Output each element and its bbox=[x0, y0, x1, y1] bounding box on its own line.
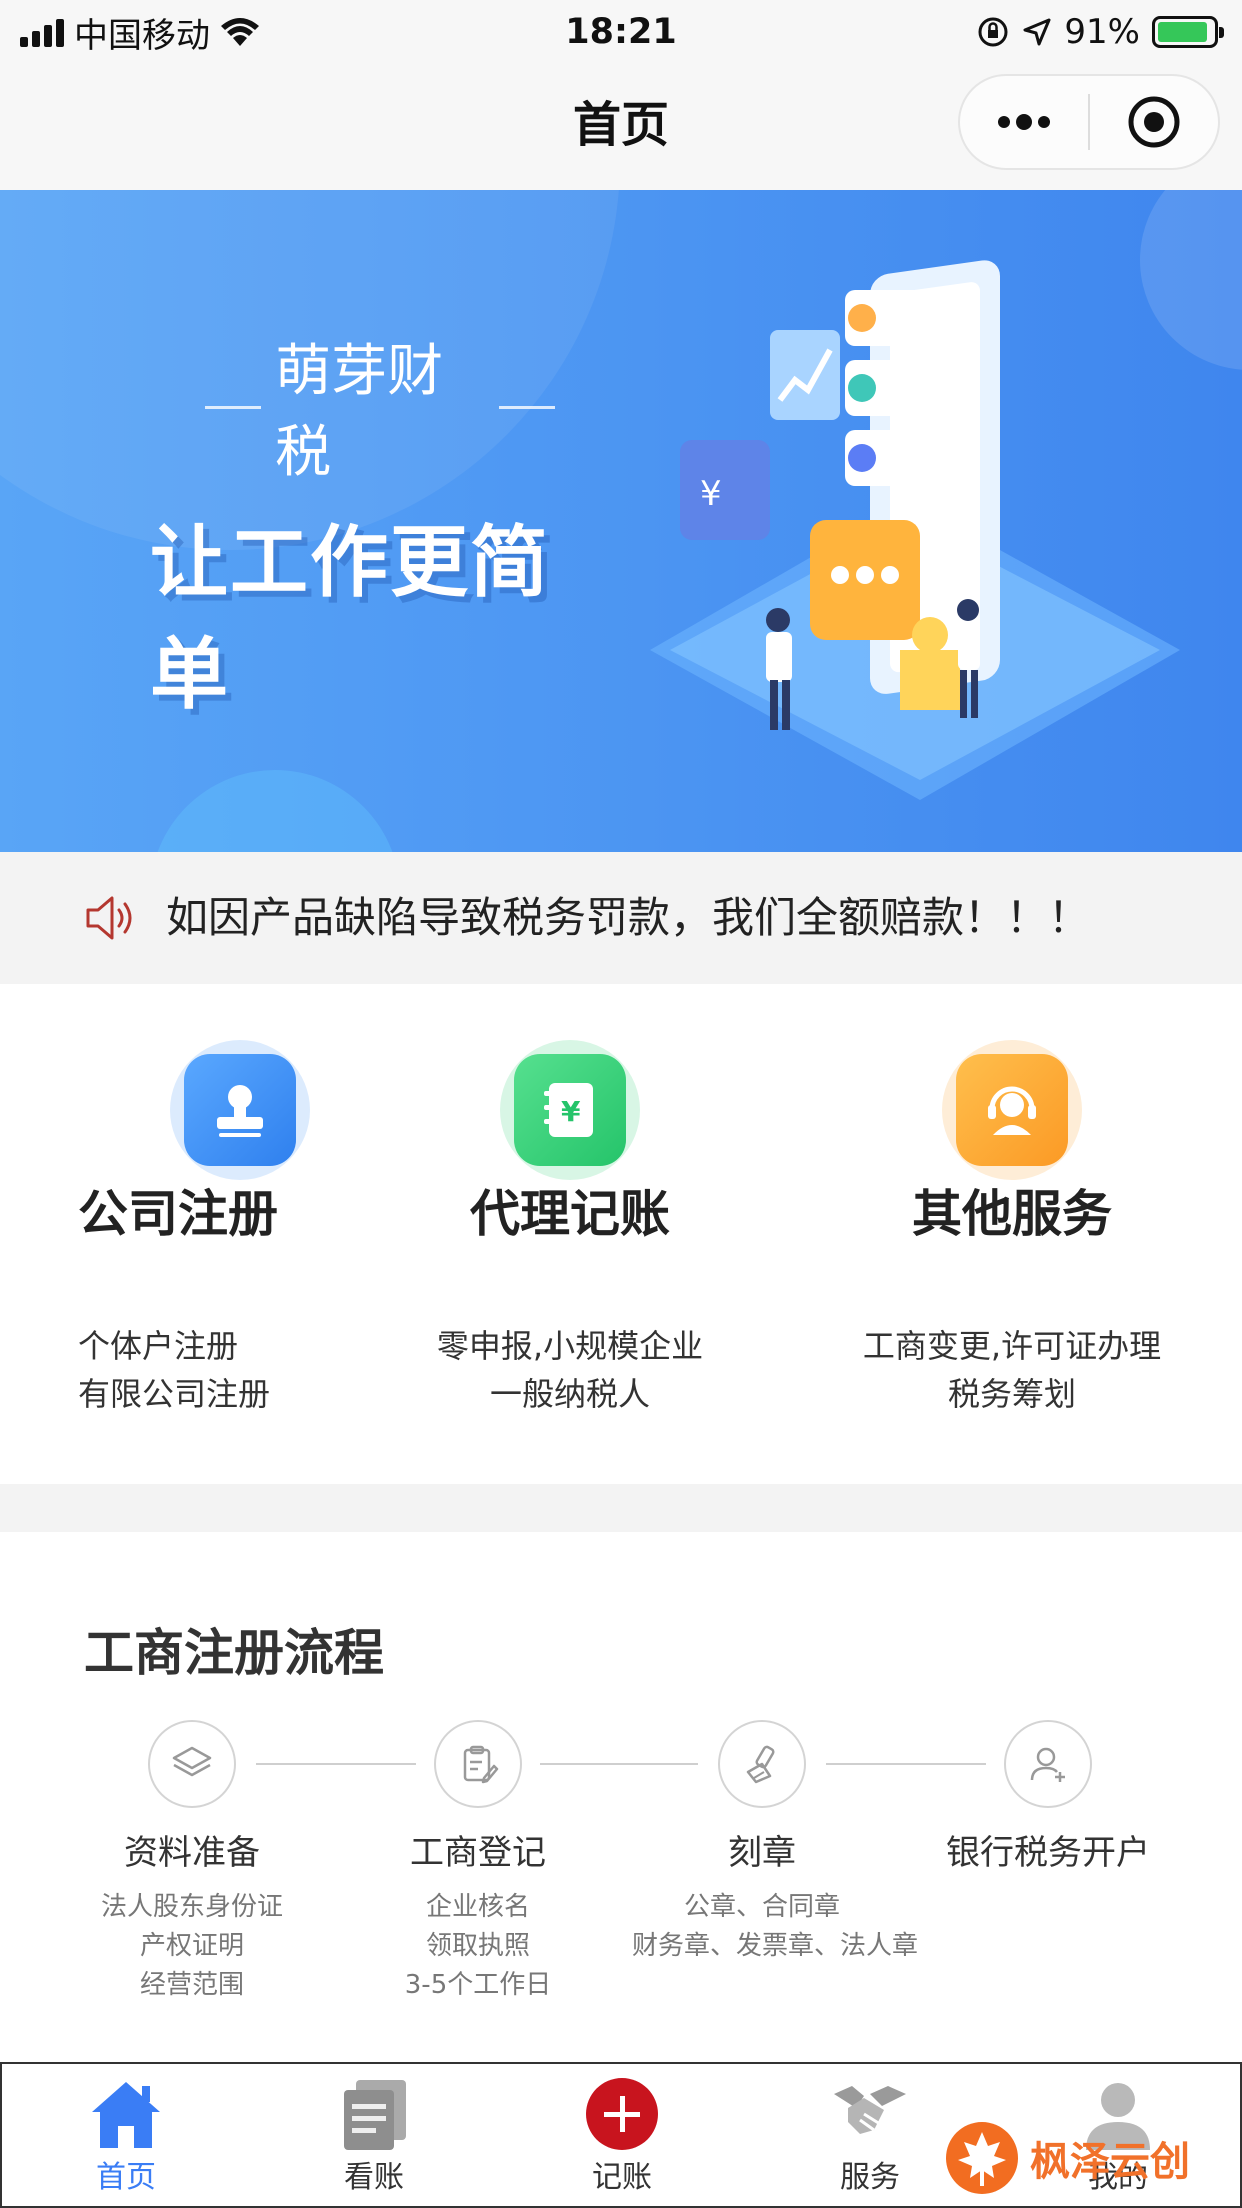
tab-accounts[interactable]: 看账 bbox=[250, 2064, 498, 2206]
service-desc-line: 零申报,小规模企业 bbox=[436, 1327, 704, 1365]
process-title: 工商注册流程 bbox=[84, 1624, 384, 1682]
notice-bar[interactable]: 如因产品缺陷导致税务罚款，我们全额赔款！！！ bbox=[0, 852, 1242, 984]
user-add-icon bbox=[1030, 1747, 1065, 1782]
banner-decor-circle bbox=[150, 770, 400, 852]
maple-leaf-logo-icon bbox=[946, 2122, 1018, 2194]
tab-label: 记账 bbox=[592, 2160, 652, 2195]
close-button[interactable] bbox=[1090, 76, 1218, 168]
mini-program-capsule bbox=[958, 74, 1220, 170]
service-title: 其他服务 bbox=[912, 1185, 1112, 1243]
process-step: 工商登记 企业核名 领取执照 3-5个工作日 bbox=[348, 1720, 608, 2005]
more-dots-icon bbox=[998, 114, 1050, 130]
battery-percent: 91% bbox=[1064, 12, 1140, 52]
banner-slogan: 让工作更简单 bbox=[150, 518, 551, 720]
banner-brand: 萌芽财税 bbox=[205, 339, 555, 485]
notice-text: 如因产品缺陷导致税务罚款，我们全额赔款！！！ bbox=[166, 893, 1091, 942]
step-detail-line: 3-5个工作日 bbox=[404, 1970, 552, 2000]
hero-banner[interactable]: 萌芽财税 让工作更简单 ¥ bbox=[0, 190, 1242, 852]
service-grid: 公司注册 个体户注册 有限公司注册 ¥ 代理记账 零申报,小规模企业 一般纳税人 bbox=[0, 984, 1242, 1484]
banner-brand-text: 萌芽财税 bbox=[275, 339, 444, 485]
more-button[interactable] bbox=[960, 76, 1088, 168]
step-details: 公章、合同章 财务章、发票章、法人章 bbox=[632, 1888, 919, 1966]
section-divider bbox=[0, 1484, 1242, 1532]
step-detail-line: 公章、合同章 bbox=[683, 1892, 840, 1922]
home-icon bbox=[86, 2074, 166, 2154]
step-details: 法人股东身份证 产权证明 经营范围 bbox=[62, 1888, 322, 2005]
stamp-icon bbox=[217, 1085, 263, 1137]
step-icon-circle bbox=[434, 1720, 522, 1808]
tab-bookkeeping[interactable]: 记账 bbox=[498, 2064, 746, 2206]
service-other[interactable]: 其他服务 工商变更,许可证办理 税务筹划 bbox=[822, 984, 1202, 1484]
tab-label: 看账 bbox=[344, 2160, 404, 2195]
service-desc-line: 工商变更,许可证办理 bbox=[862, 1327, 1162, 1365]
step-name: 工商登记 bbox=[410, 1833, 546, 1873]
documents-icon bbox=[334, 2074, 414, 2154]
service-desc-line: 税务筹划 bbox=[947, 1375, 1076, 1413]
banner-illustration: ¥ bbox=[650, 260, 1180, 800]
watermark: 枫泽云创 bbox=[944, 2118, 1234, 2198]
speaker-icon bbox=[86, 896, 132, 940]
step-detail-line: 领取执照 bbox=[425, 1931, 530, 1961]
ledger-yuan-icon: ¥ bbox=[544, 1083, 593, 1137]
service-desc-line: 有限公司注册 bbox=[78, 1375, 271, 1413]
handshake-icon bbox=[830, 2074, 910, 2154]
service-icon-wrap: ¥ bbox=[500, 1040, 640, 1180]
step-name: 刻章 bbox=[728, 1833, 796, 1873]
service-icon-wrap bbox=[170, 1040, 310, 1180]
location-icon bbox=[1023, 18, 1051, 46]
service-description: 个体户注册 有限公司注册 bbox=[0, 1322, 380, 1418]
battery-charging-icon bbox=[1152, 16, 1224, 48]
process-step: 银行税务开户 bbox=[918, 1720, 1178, 1878]
step-icon-circle bbox=[1004, 1720, 1092, 1808]
navigation-bar: 首页 bbox=[0, 64, 1242, 190]
step-icon-circle bbox=[148, 1720, 236, 1808]
step-detail-line: 经营范围 bbox=[139, 1970, 244, 2000]
service-title: 代理记账 bbox=[470, 1185, 670, 1243]
watermark-text: 枫泽云创 bbox=[1030, 2139, 1190, 2185]
headset-support-icon bbox=[988, 1086, 1036, 1135]
tab-home[interactable]: 首页 bbox=[2, 2064, 250, 2206]
add-circle-icon bbox=[582, 2074, 662, 2154]
service-bookkeeping[interactable]: ¥ 代理记账 零申报,小规模企业 一般纳税人 bbox=[380, 984, 760, 1484]
status-bar: 中国移动 18:21 91% bbox=[0, 0, 1242, 64]
step-detail-line: 产权证明 bbox=[139, 1931, 244, 1961]
layers-icon bbox=[172, 1746, 212, 1777]
process-step: 资料准备 法人股东身份证 产权证明 经营范围 bbox=[62, 1720, 322, 2005]
step-name: 银行税务开户 bbox=[946, 1833, 1150, 1873]
step-detail-line: 财务章、发票章、法人章 bbox=[632, 1931, 919, 1961]
clipboard-edit-icon bbox=[463, 1745, 499, 1784]
tab-label: 首页 bbox=[96, 2160, 156, 2195]
service-title: 公司注册 bbox=[78, 1185, 278, 1243]
service-desc-line: 个体户注册 bbox=[78, 1327, 239, 1365]
registration-process: 工商注册流程 资料准备 法人股东身份证 产权证明 经营范围 工商登记 企业核名 … bbox=[0, 1532, 1242, 2062]
svg-text:¥: ¥ bbox=[561, 1095, 581, 1128]
step-detail-line: 法人股东身份证 bbox=[100, 1892, 283, 1922]
service-desc-line: 一般纳税人 bbox=[489, 1375, 650, 1413]
stamp-outline-icon bbox=[746, 1745, 775, 1784]
step-detail-line: 企业核名 bbox=[425, 1892, 530, 1922]
service-description: 工商变更,许可证办理 税务筹划 bbox=[822, 1322, 1202, 1418]
service-icon-wrap bbox=[942, 1040, 1082, 1180]
step-details: 企业核名 领取执照 3-5个工作日 bbox=[348, 1888, 608, 2005]
svg-text:¥: ¥ bbox=[700, 474, 722, 514]
step-icon-circle bbox=[718, 1720, 806, 1808]
orientation-lock-icon bbox=[978, 17, 1008, 47]
process-step: 刻章 公章、合同章 财务章、发票章、法人章 bbox=[632, 1720, 919, 1966]
status-right: 91% bbox=[976, 8, 1224, 56]
step-name: 资料准备 bbox=[124, 1833, 260, 1873]
service-company-registration[interactable]: 公司注册 个体户注册 有限公司注册 bbox=[0, 984, 380, 1484]
service-description: 零申报,小规模企业 一般纳税人 bbox=[380, 1322, 760, 1418]
close-target-icon bbox=[1128, 96, 1180, 148]
